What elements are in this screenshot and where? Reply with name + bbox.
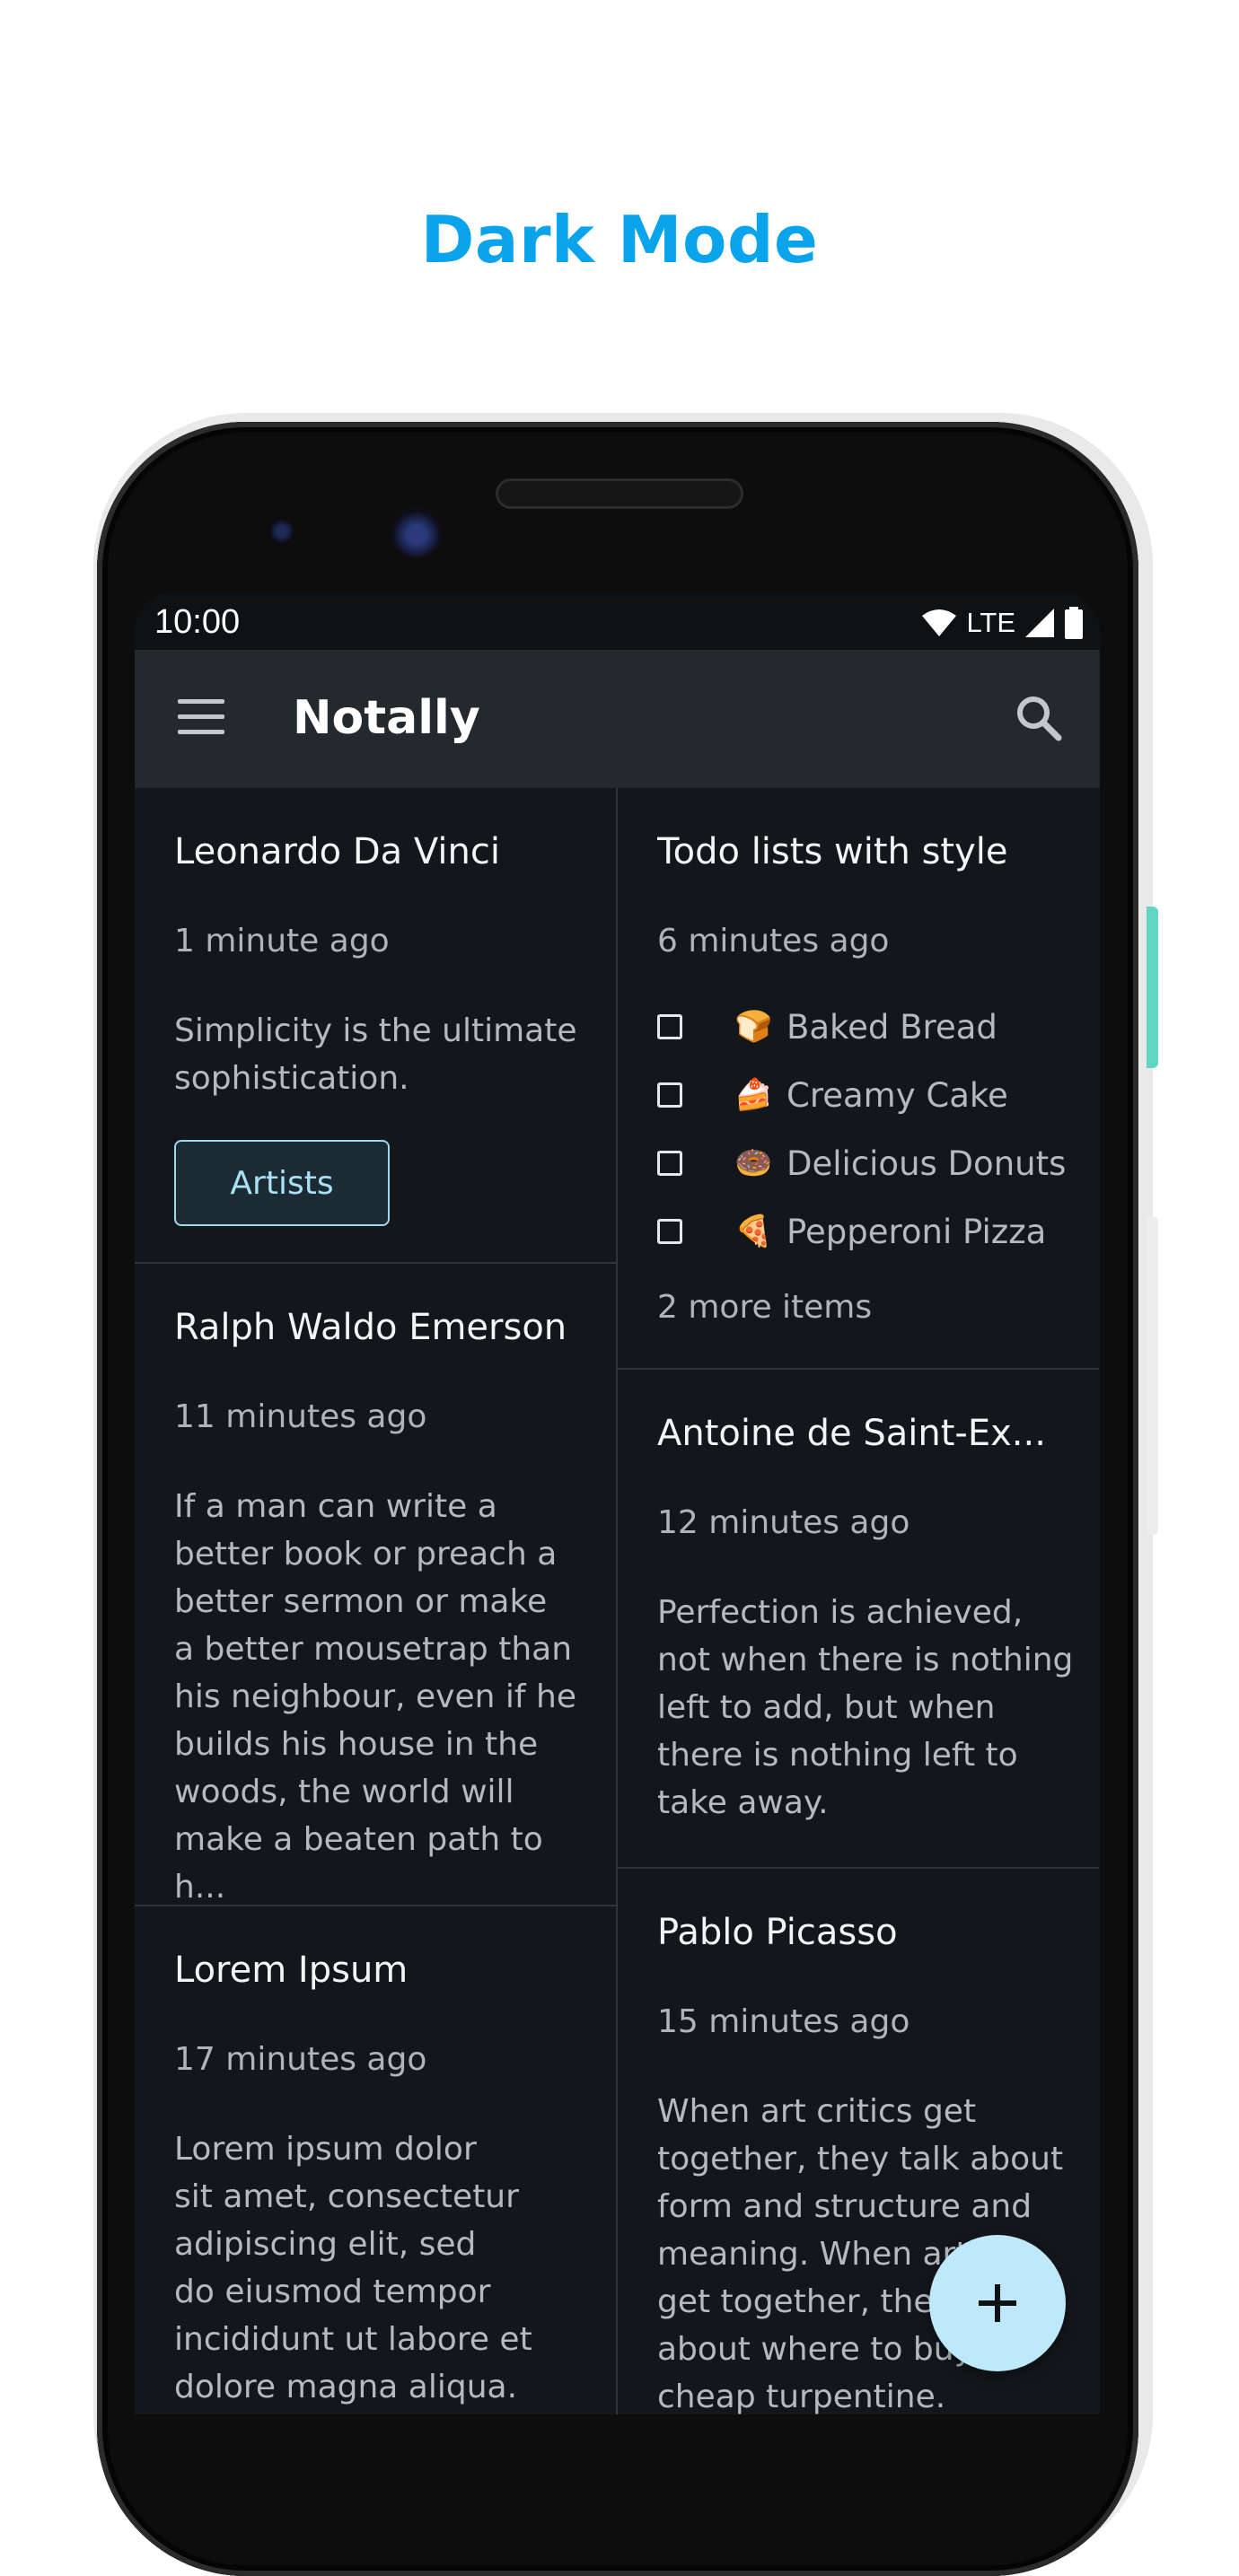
note-body-line: form and structure and	[657, 2188, 1032, 2225]
note-body-line: builds his house in the	[174, 1726, 539, 1763]
todo-item: 🍩 Delicious Donuts	[657, 1136, 1066, 1190]
plus-icon	[979, 2284, 1016, 2322]
power-button	[1147, 907, 1158, 1068]
note-body-line: left to add, but when	[657, 1689, 996, 1726]
checkbox-icon	[657, 1219, 682, 1244]
note-body: Perfection is achieved, not when there i…	[657, 1589, 1079, 1827]
note-body: If a man can write a better book or prea…	[174, 1483, 596, 1911]
more-items-count: 2 more items	[657, 1289, 873, 1326]
app-toolbar: Notally	[135, 650, 1100, 788]
note-timestamp: 17 minutes ago	[174, 2041, 427, 2078]
todo-item: 🍕 Pepperoni Pizza	[657, 1205, 1046, 1258]
front-sensor	[269, 519, 294, 544]
note-timestamp: 1 minute ago	[174, 923, 390, 959]
note-title: Ralph Waldo Emerson	[174, 1307, 567, 1348]
status-bar: 10:00 LTE	[135, 592, 1100, 650]
earpiece-speaker	[496, 478, 743, 509]
todo-item: 🍰 Creamy Cake	[657, 1068, 1008, 1122]
notes-column-left: Leonardo Da Vinci 1 minute ago Simplicit…	[135, 788, 618, 2414]
todo-item-text: Pepperoni Pizza	[786, 1212, 1047, 1251]
cake-emoji: 🍰	[734, 1077, 773, 1113]
todo-item-text: Baked Bread	[786, 1007, 997, 1047]
note-body: Simplicity is the ultimate sophisticatio…	[174, 1007, 596, 1102]
note-body-line: there is nothing left to	[657, 1737, 1018, 1774]
status-time: 10:00	[154, 603, 241, 641]
note-body-line: Perfection is achieved,	[657, 1594, 1024, 1631]
menu-icon[interactable]	[178, 699, 224, 735]
note-body-line: sophistication.	[174, 1060, 409, 1097]
pizza-emoji: 🍕	[734, 1214, 773, 1249]
note-body-line: If a man can write a	[174, 1488, 497, 1525]
add-note-button[interactable]	[929, 2235, 1066, 2371]
note-body-line: When art critics get	[657, 2093, 977, 2130]
note-body-line: incididunt ut labore et	[174, 2321, 532, 2358]
wifi-icon	[922, 609, 957, 636]
battery-icon	[1065, 607, 1083, 639]
note-body-line: together, they talk about	[657, 2141, 1064, 2177]
note-body-line: a better mousetrap than	[174, 1631, 573, 1668]
note-card[interactable]: Lorem Ipsum 17 minutes ago Lorem ipsum d…	[135, 1906, 616, 2414]
volume-button	[1147, 1216, 1158, 1535]
note-body-line: sit amet, consectetur	[174, 2178, 519, 2215]
note-body-line: better book or preach a	[174, 1536, 558, 1573]
checkbox-icon	[657, 1082, 682, 1108]
todo-list-card[interactable]: Todo lists with style 6 minutes ago 🍞 Ba…	[618, 788, 1099, 1370]
signal-icon	[1025, 609, 1054, 637]
todo-item-text: Delicious Donuts	[786, 1143, 1067, 1183]
search-icon[interactable]	[1014, 693, 1064, 743]
page-headline: Dark Mode	[420, 202, 819, 277]
note-timestamp: 11 minutes ago	[174, 1398, 427, 1435]
donut-emoji: 🍩	[734, 1145, 773, 1181]
note-card[interactable]: Ralph Waldo Emerson 11 minutes ago If a …	[135, 1264, 616, 1906]
note-body-line: Simplicity is the ultimate	[174, 1012, 577, 1049]
note-title: Lorem Ipsum	[174, 1950, 409, 1991]
checkbox-icon	[657, 1014, 682, 1039]
bread-emoji: 🍞	[734, 1009, 773, 1045]
note-card[interactable]: Leonardo Da Vinci 1 minute ago Simplicit…	[135, 788, 616, 1264]
note-body-line: take away.	[657, 1784, 829, 1821]
note-timestamp: 15 minutes ago	[657, 2003, 910, 2040]
note-body-line: make a beaten path to h...	[174, 1821, 543, 1906]
note-title: Antoine de Saint-Ex...	[657, 1413, 1046, 1454]
label-chip[interactable]: Artists	[174, 1140, 390, 1226]
note-body-line: cheap turpentine.	[657, 2379, 946, 2414]
note-title: Pablo Picasso	[657, 1912, 898, 1953]
todo-item-text: Creamy Cake	[786, 1075, 1008, 1115]
note-timestamp: 12 minutes ago	[657, 1504, 910, 1541]
note-body-line: Lorem ipsum dolor	[174, 2131, 477, 2168]
status-icons: LTE	[921, 605, 1084, 641]
note-title: Leonardo Da Vinci	[174, 831, 500, 872]
note-body-line: his neighbour, even if he	[174, 1678, 576, 1715]
notes-column-right: Todo lists with style 6 minutes ago 🍞 Ba…	[618, 788, 1099, 2414]
app-screen: 10:00 LTE Notally Leonardo Da Vinci 1 mi…	[135, 592, 1100, 2414]
note-body-line: woods, the world will	[174, 1774, 514, 1810]
network-type: LTE	[966, 607, 1015, 638]
todo-item: 🍞 Baked Bread	[657, 1000, 997, 1054]
note-body-line: dolore magna aliqua.	[174, 2369, 518, 2405]
note-body-line: adipiscing elit, sed	[174, 2226, 477, 2263]
note-body-line: better sermon or make	[174, 1583, 548, 1620]
note-body: Lorem ipsum dolor sit amet, consectetur …	[174, 2125, 596, 2411]
note-body-line: do eiusmod tempor	[174, 2274, 491, 2310]
note-body-line: not when there is nothing	[657, 1642, 1074, 1678]
note-title: Todo lists with style	[657, 831, 1008, 872]
front-camera	[391, 507, 442, 557]
note-card[interactable]: Antoine de Saint-Ex... 12 minutes ago Pe…	[618, 1370, 1099, 1869]
checkbox-icon	[657, 1151, 682, 1176]
app-title: Notally	[293, 691, 480, 745]
note-timestamp: 6 minutes ago	[657, 923, 890, 959]
